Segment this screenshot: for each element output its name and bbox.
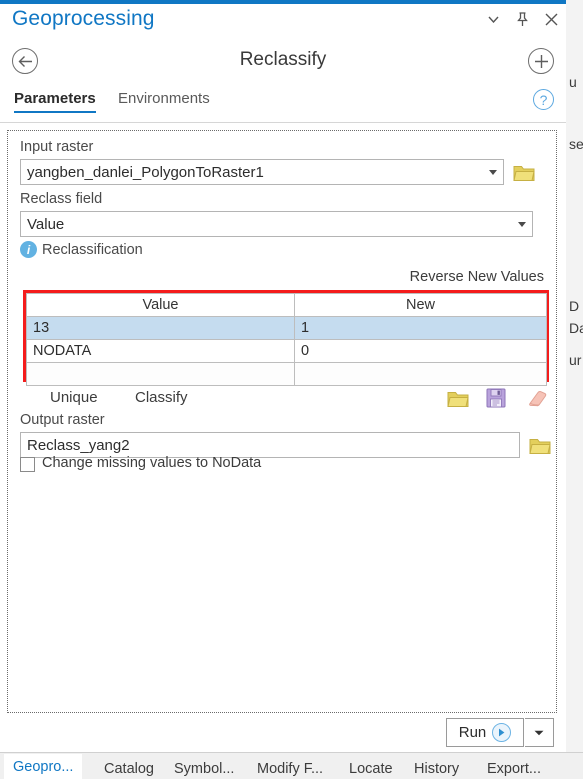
geoprocessing-pane: Geoprocessing Reclassify Parameters Envi…	[0, 0, 566, 752]
page-title: Reclassify	[239, 49, 327, 70]
background-panel: u se D Da ur	[565, 0, 583, 752]
reclass-field-input[interactable]: Value	[20, 211, 533, 237]
parameters-panel: Input raster yangben_danlei_PolygonToRas…	[7, 130, 557, 713]
output-raster-browse-folder-icon[interactable]	[529, 436, 551, 455]
column-header-new[interactable]: New	[294, 293, 547, 317]
table-row[interactable]: 13 1	[26, 316, 547, 340]
reclass-field-dropdown-arrow[interactable]	[518, 222, 526, 227]
pane-footer: Run	[0, 713, 566, 752]
bottom-tab-export[interactable]: Export...	[478, 757, 550, 779]
unique-button[interactable]: Unique	[50, 389, 98, 406]
pane-title: Geoprocessing	[12, 7, 155, 30]
chevron-down-icon[interactable]	[484, 10, 502, 28]
bg-text-fragment: u	[569, 74, 577, 90]
eraser-icon[interactable]	[525, 390, 547, 412]
bg-text-fragment: se	[569, 136, 583, 152]
tabstrip-divider	[0, 122, 566, 123]
input-raster-label: Input raster	[20, 139, 94, 155]
reverse-new-values-link[interactable]: Reverse New Values	[410, 269, 544, 285]
bottom-tab-locate[interactable]: Locate	[340, 757, 402, 779]
bottom-tab-catalog[interactable]: Catalog	[95, 757, 163, 779]
cell-value[interactable]	[26, 362, 295, 386]
column-header-value[interactable]: Value	[26, 293, 295, 317]
cell-value[interactable]: NODATA	[26, 339, 295, 363]
cell-new[interactable]	[294, 362, 547, 386]
bottom-tab-modify-features[interactable]: Modify F...	[248, 757, 332, 779]
classify-button[interactable]: Classify	[135, 389, 188, 406]
input-raster-browse-folder-icon[interactable]	[513, 163, 535, 182]
table-row[interactable]	[26, 362, 547, 386]
application-window: u se D Da ur Geoprocessing	[0, 0, 583, 779]
table-row[interactable]: NODATA 0	[26, 339, 547, 363]
bottom-tab-history[interactable]: History	[405, 757, 468, 779]
bottom-tab-symbology[interactable]: Symbol...	[165, 757, 243, 779]
run-button[interactable]: Run	[446, 718, 524, 747]
bg-text-fragment: ur	[569, 352, 582, 368]
table-header-row: Value New	[26, 293, 547, 317]
bottom-tab-bar: Geopro... Catalog Symbol... Modify F... …	[0, 752, 583, 779]
cell-value[interactable]: 13	[26, 316, 295, 340]
bottom-tab-geoprocessing[interactable]: Geopro...	[4, 754, 83, 779]
change-missing-values-label[interactable]: Change missing values to NoData	[42, 455, 261, 471]
reclassification-table: Value New 13 1 NODATA 0	[26, 293, 547, 386]
run-dropdown-button[interactable]	[525, 718, 554, 747]
pane-titlebar: Geoprocessing	[0, 4, 566, 38]
bg-text-fragment: Da	[569, 320, 583, 336]
cell-new[interactable]: 0	[294, 339, 547, 363]
pin-icon[interactable]	[513, 10, 531, 28]
window-controls	[484, 10, 560, 28]
tool-header: Reclassify	[0, 40, 566, 84]
tab-environments[interactable]: Environments	[118, 90, 210, 111]
help-icon[interactable]: ?	[533, 89, 554, 110]
input-raster-dropdown-arrow[interactable]	[489, 170, 497, 175]
tab-strip: Parameters Environments ?	[0, 89, 566, 122]
plus-icon[interactable]	[528, 48, 554, 74]
bg-text-fragment: D	[569, 298, 580, 314]
input-raster-input[interactable]: yangben_danlei_PolygonToRaster1	[20, 159, 504, 185]
tab-parameters[interactable]: Parameters	[14, 90, 96, 113]
reclassification-label: Reclassification	[42, 241, 143, 258]
reclass-field-label: Reclass field	[20, 191, 103, 207]
close-icon[interactable]	[542, 10, 560, 28]
play-icon	[492, 723, 512, 742]
reclassification-header: i Reclassification	[20, 241, 143, 258]
cell-new[interactable]: 1	[294, 316, 547, 340]
run-button-label: Run	[458, 724, 487, 741]
load-folder-icon[interactable]	[447, 389, 469, 413]
change-missing-values-checkbox[interactable]	[20, 457, 35, 472]
info-icon: i	[20, 241, 37, 258]
save-disk-icon[interactable]	[486, 388, 506, 413]
output-raster-label: Output raster	[20, 412, 105, 428]
